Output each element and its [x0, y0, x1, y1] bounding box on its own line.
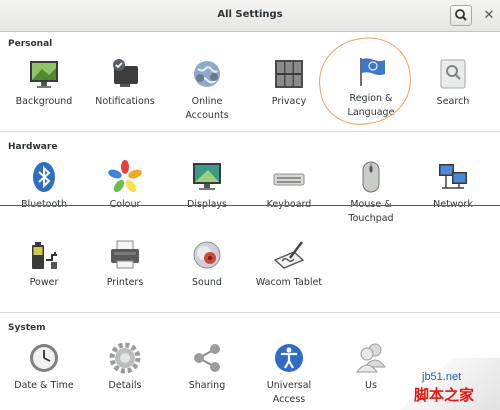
panel-details[interactable]: Details — [85, 341, 165, 393]
power-icon — [32, 242, 57, 269]
title-bar: All Settings ✕ — [0, 0, 500, 32]
panel-online-accounts[interactable]: Online Accounts — [167, 57, 247, 123]
clock-icon — [30, 344, 58, 372]
speaker-icon — [193, 241, 221, 269]
panel-privacy[interactable]: Privacy — [249, 57, 329, 109]
section-title-personal: Personal — [8, 39, 53, 49]
panel-label: Details — [108, 380, 142, 391]
search-button[interactable] — [450, 5, 472, 26]
online-accounts-icon — [194, 61, 220, 87]
panel-sound[interactable]: Sound — [167, 238, 247, 290]
panel-label: Printers — [106, 277, 144, 288]
colour-icon — [108, 160, 142, 193]
panel-search[interactable]: Search — [413, 57, 493, 109]
panel-label: Online Accounts — [185, 96, 229, 121]
panel-label: Universal Access — [266, 380, 312, 405]
printer-icon — [111, 240, 139, 269]
section-title-system: System — [8, 323, 46, 333]
panel-printers[interactable]: Printers — [85, 238, 165, 290]
panel-mouse-touchpad[interactable]: Mouse &Touchpad — [331, 160, 411, 226]
panel-power[interactable]: Power — [4, 238, 84, 290]
window-title: All Settings — [217, 9, 283, 20]
panel-label: Power — [29, 277, 59, 288]
users-icon — [356, 343, 386, 373]
section-title-hardware: Hardware — [8, 142, 58, 152]
panel-notifications[interactable]: Notifications — [85, 57, 165, 109]
notifications-icon — [113, 59, 138, 87]
panel-label: Wacom Tablet — [255, 277, 323, 288]
close-button[interactable]: ✕ — [480, 5, 498, 26]
panel-label: Date & Time — [14, 380, 74, 391]
gear-icon — [109, 342, 141, 374]
search-icon — [455, 9, 467, 21]
panel-background[interactable]: Background — [4, 57, 84, 109]
panel-label: Privacy — [271, 96, 307, 107]
watermark-text: 脚本之家 — [414, 386, 475, 404]
bluetooth-icon — [33, 162, 55, 192]
section-separator — [0, 131, 500, 132]
panel-universal-access[interactable]: Universal Access — [249, 341, 329, 407]
panel-label: Search — [436, 96, 470, 107]
panel-label: Mouse &Touchpad — [348, 199, 394, 224]
watermark-domain: jb51.net — [422, 371, 462, 383]
annotation-line — [0, 205, 500, 206]
panel-date-time[interactable]: Date & Time — [4, 341, 84, 393]
section-separator — [0, 312, 500, 313]
wacom-tablet-icon — [273, 241, 305, 269]
privacy-icon — [275, 60, 303, 88]
network-icon — [439, 164, 467, 189]
background-icon — [30, 61, 58, 88]
panel-label: Sound — [192, 277, 222, 288]
accessibility-icon — [275, 344, 303, 372]
panel-wacom-tablet[interactable]: Wacom Tablet — [249, 238, 329, 290]
panel-label: Notifications — [95, 96, 155, 107]
panel-sharing[interactable]: Sharing — [167, 341, 247, 393]
search-panel-icon — [440, 59, 466, 89]
share-icon — [194, 344, 220, 372]
panel-label: Background — [15, 96, 73, 107]
displays-icon — [193, 163, 221, 190]
keyboard-icon — [273, 173, 305, 186]
panel-label: Sharing — [188, 380, 226, 391]
mouse-icon — [362, 161, 380, 193]
